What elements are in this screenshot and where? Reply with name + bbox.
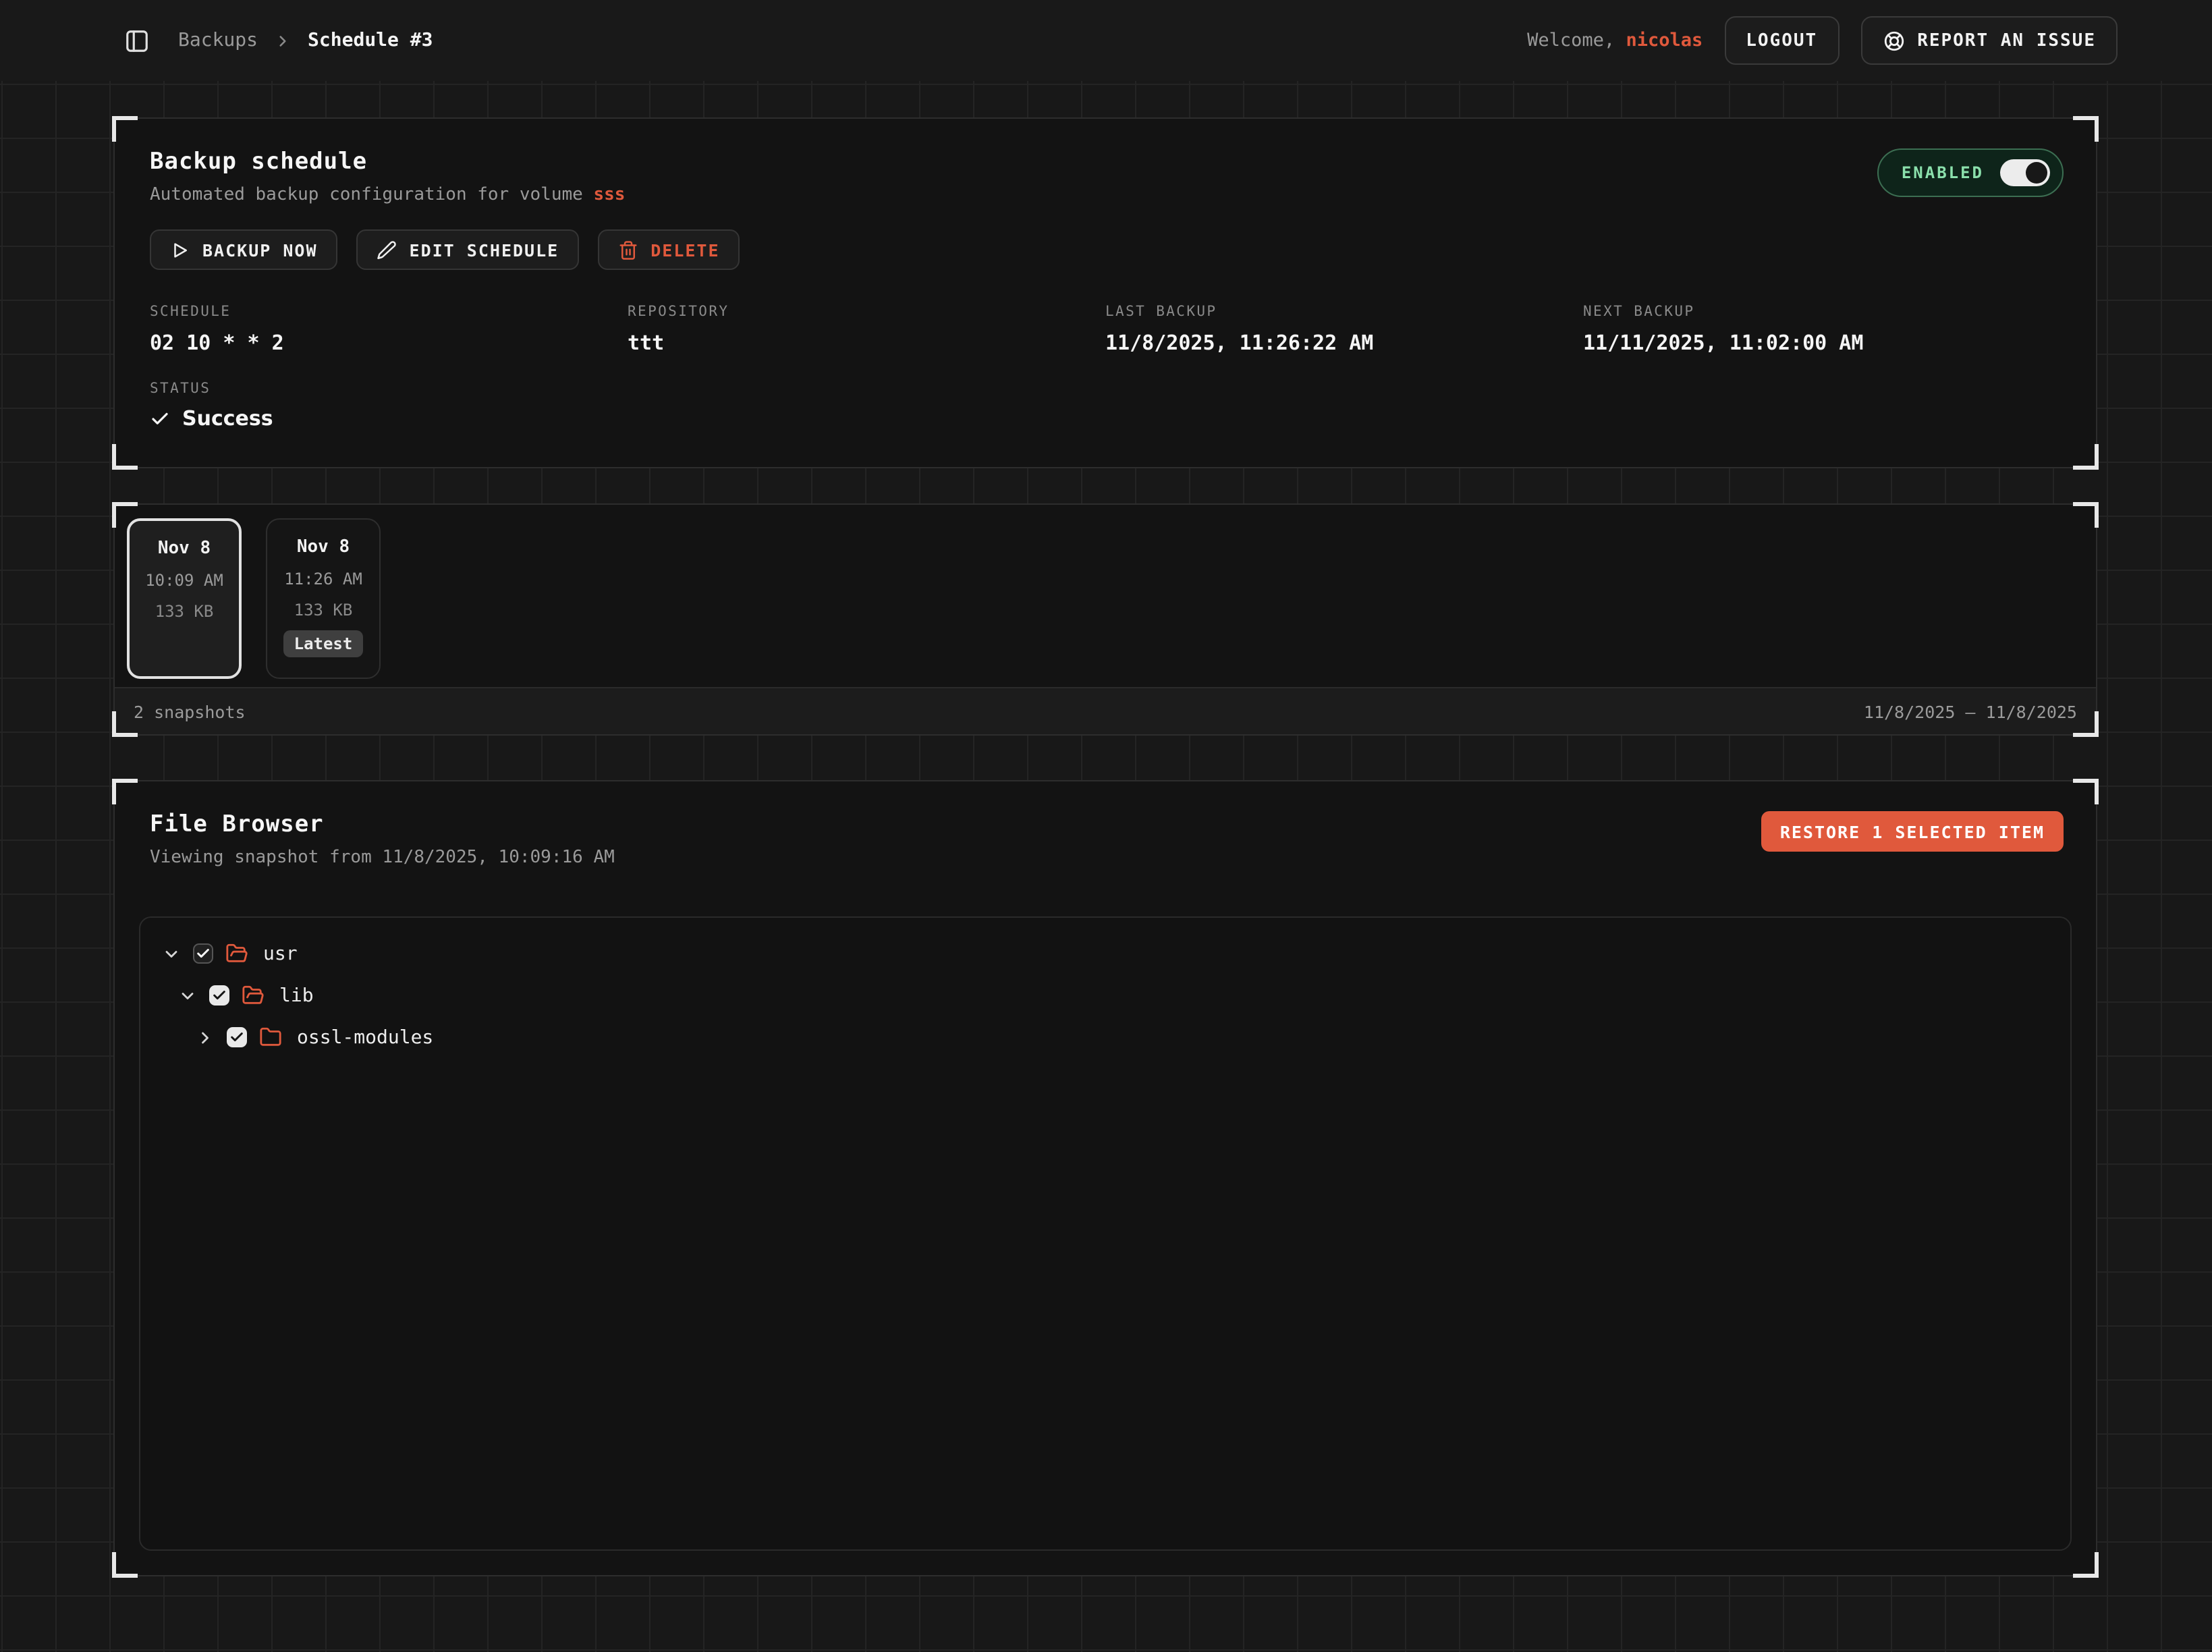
chevron-down-icon[interactable] — [178, 986, 197, 1005]
lifebuoy-icon — [1882, 29, 1905, 52]
tree-item-name: ossl-modules — [297, 1026, 433, 1048]
welcome-text: Welcome, nicolas — [1527, 30, 1703, 51]
status-block: STATUS Success — [115, 355, 2096, 431]
toggle-knob — [2026, 162, 2047, 184]
backup-now-button[interactable]: BACKUP NOW — [150, 229, 338, 270]
snapshot-date: Nov 8 — [130, 539, 239, 559]
field-value: ttt — [628, 331, 1105, 355]
snapshot-time: 10:09 AM — [130, 571, 239, 590]
chevron-down-icon[interactable] — [162, 944, 181, 963]
checkbox-checked[interactable] — [227, 1027, 247, 1047]
snapshot-card[interactable]: Nov 8 11:26 AM 133 KB Latest — [266, 518, 381, 679]
tree-item-name: lib — [279, 985, 314, 1006]
field-last-backup: LAST BACKUP 11/8/2025, 11:26:22 AM — [1105, 304, 1583, 355]
volume-name: sss — [593, 185, 625, 205]
schedule-fields: SCHEDULE 02 10 * * 2 REPOSITORY ttt LAST… — [115, 270, 2096, 355]
corner-bracket — [112, 779, 138, 804]
corner-bracket — [112, 711, 138, 737]
snapshot-date: Nov 8 — [267, 537, 379, 557]
corner-bracket — [2073, 779, 2099, 804]
breadcrumb-current: Schedule #3 — [308, 30, 433, 51]
field-repository: REPOSITORY ttt — [628, 304, 1105, 355]
checkbox-partial[interactable] — [193, 943, 213, 964]
file-browser-title: File Browser — [150, 811, 615, 838]
app-root: Backups Schedule #3 Welcome, nicolas LOG… — [0, 0, 2212, 1652]
field-label: REPOSITORY — [628, 304, 1105, 320]
file-browser-subtitle: Viewing snapshot from 11/8/2025, 10:09:1… — [150, 848, 615, 868]
field-schedule: SCHEDULE 02 10 * * 2 — [150, 304, 628, 355]
check-icon — [150, 408, 170, 429]
snapshot-date-range: 11/8/2025 – 11/8/2025 — [1864, 701, 2077, 721]
field-value: 11/11/2025, 11:02:00 AM — [1583, 331, 2061, 355]
toggle-switch[interactable] — [2000, 159, 2050, 186]
breadcrumb: Backups Schedule #3 — [178, 30, 433, 51]
field-label: SCHEDULE — [150, 304, 628, 320]
corner-bracket — [2073, 711, 2099, 737]
field-label: NEXT BACKUP — [1583, 304, 2061, 320]
snapshot-count: 2 snapshots — [134, 701, 246, 721]
enabled-toggle[interactable]: ENABLED — [1877, 148, 2064, 197]
pencil-icon — [377, 240, 397, 260]
snapshot-cards: Nov 8 10:09 AM 133 KB Nov 8 11:26 AM 133… — [127, 518, 381, 679]
tree-row-ossl-modules[interactable]: ossl-modules — [140, 1016, 2070, 1058]
field-next-backup: NEXT BACKUP 11/11/2025, 11:02:00 AM — [1583, 304, 2061, 355]
field-label: LAST BACKUP — [1105, 304, 1583, 320]
tree-item-name: usr — [263, 943, 298, 964]
panel-header-text: Backup schedule Automated backup configu… — [150, 148, 625, 205]
field-value: 11/8/2025, 11:26:22 AM — [1105, 331, 1583, 355]
restore-selected-button[interactable]: RESTORE 1 SELECTED ITEM — [1761, 811, 2064, 852]
report-issue-button[interactable]: REPORT AN ISSUE — [1860, 16, 2118, 65]
play-icon — [170, 240, 190, 260]
file-browser-header-text: File Browser Viewing snapshot from 11/8/… — [150, 811, 615, 868]
backup-schedule-panel: Backup schedule Automated backup configu… — [113, 117, 2097, 468]
file-browser-panel: File Browser Viewing snapshot from 11/8/… — [113, 780, 2097, 1576]
latest-badge: Latest — [283, 630, 364, 657]
corner-bracket — [2073, 502, 2099, 528]
file-tree: usr lib ossl-modules — [139, 916, 2072, 1551]
corner-bracket — [2073, 444, 2099, 470]
top-bar-right: Welcome, nicolas LOGOUT REPORT AN ISSUE — [1527, 16, 2118, 65]
top-bar-left: Backups Schedule #3 — [119, 23, 433, 58]
corner-bracket — [112, 1552, 138, 1578]
edit-schedule-button[interactable]: EDIT SCHEDULE — [357, 229, 580, 270]
checkbox-checked[interactable] — [209, 985, 229, 1006]
schedule-actions: BACKUP NOW EDIT SCHEDULE DELETE — [115, 205, 2096, 270]
snapshots-panel: Nov 8 10:09 AM 133 KB Nov 8 11:26 AM 133… — [113, 503, 2097, 736]
folder-open-icon — [225, 942, 248, 965]
top-bar: Backups Schedule #3 Welcome, nicolas LOG… — [0, 0, 2212, 81]
chevron-right-icon[interactable] — [196, 1028, 215, 1047]
page-title: Backup schedule — [150, 148, 625, 175]
chevron-right-icon — [274, 32, 292, 49]
corner-bracket — [112, 444, 138, 470]
enabled-label: ENABLED — [1902, 163, 1984, 182]
snapshot-time: 11:26 AM — [267, 570, 379, 588]
sidebar-toggle-icon[interactable] — [119, 23, 154, 58]
corner-bracket — [2073, 116, 2099, 142]
username: nicolas — [1626, 30, 1703, 51]
tree-row-usr[interactable]: usr — [140, 933, 2070, 974]
corner-bracket — [112, 502, 138, 528]
snapshot-size: 133 KB — [130, 602, 239, 621]
status-badge: Success — [182, 406, 273, 431]
panel-subtitle: Automated backup configuration for volum… — [150, 185, 625, 205]
logout-button[interactable]: LOGOUT — [1724, 16, 1839, 65]
snapshots-footer: 2 snapshots 11/8/2025 – 11/8/2025 — [115, 687, 2096, 734]
status-label: STATUS — [150, 381, 2061, 397]
snapshot-size: 133 KB — [267, 601, 379, 620]
breadcrumb-section[interactable]: Backups — [178, 30, 258, 51]
corner-bracket — [112, 116, 138, 142]
tree-row-lib[interactable]: lib — [140, 974, 2070, 1016]
delete-button[interactable]: DELETE — [598, 229, 740, 270]
trash-icon — [618, 240, 638, 260]
field-value: 02 10 * * 2 — [150, 331, 628, 355]
folder-open-icon — [242, 984, 265, 1007]
corner-bracket — [2073, 1552, 2099, 1578]
folder-icon — [259, 1026, 282, 1049]
snapshot-card-selected[interactable]: Nov 8 10:09 AM 133 KB — [127, 518, 242, 679]
